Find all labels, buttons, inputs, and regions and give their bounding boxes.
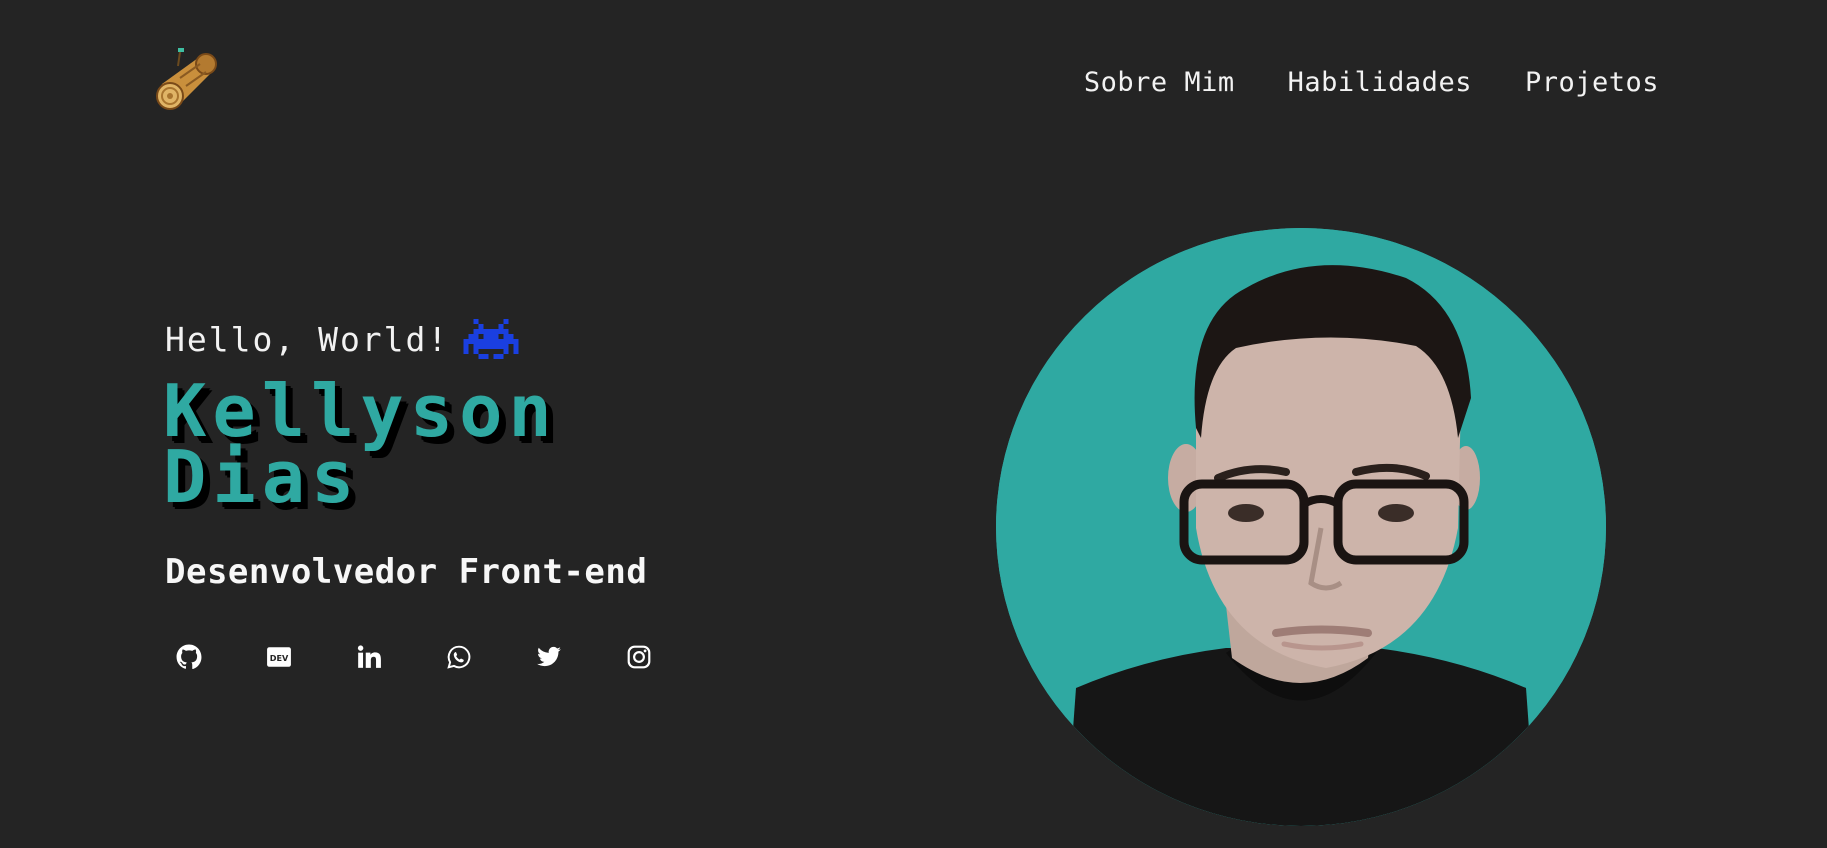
space-invader-icon	[463, 319, 519, 359]
social-links: DEV	[176, 644, 652, 670]
greeting: Hello, World!	[165, 316, 519, 362]
github-icon[interactable]	[176, 644, 202, 670]
linkedin-icon[interactable]	[356, 644, 382, 670]
greeting-text: Hello, World!	[165, 319, 450, 359]
instagram-icon[interactable]	[626, 644, 652, 670]
hero-name: Kellyson Dias	[163, 375, 558, 519]
hero-role: Desenvolvedor Front-end	[165, 552, 648, 592]
nav-link-habilidades[interactable]: Habilidades	[1288, 67, 1472, 98]
portfolio-page: Sobre Mim Habilidades Projetos Hello, Wo…	[0, 0, 1827, 848]
svg-text:DEV: DEV	[270, 653, 289, 663]
nav-link-projetos[interactable]: Projetos	[1525, 67, 1659, 98]
profile-photo	[996, 228, 1606, 826]
hero-name-last: Dias	[163, 435, 361, 519]
dev-to-icon[interactable]: DEV	[266, 644, 292, 670]
main-nav: Sobre Mim Habilidades Projetos	[1084, 62, 1659, 102]
whatsapp-icon[interactable]	[446, 644, 472, 670]
twitter-icon[interactable]	[536, 644, 562, 670]
nav-link-sobre-mim[interactable]: Sobre Mim	[1084, 67, 1235, 98]
wooden-log-icon[interactable]	[154, 44, 222, 116]
